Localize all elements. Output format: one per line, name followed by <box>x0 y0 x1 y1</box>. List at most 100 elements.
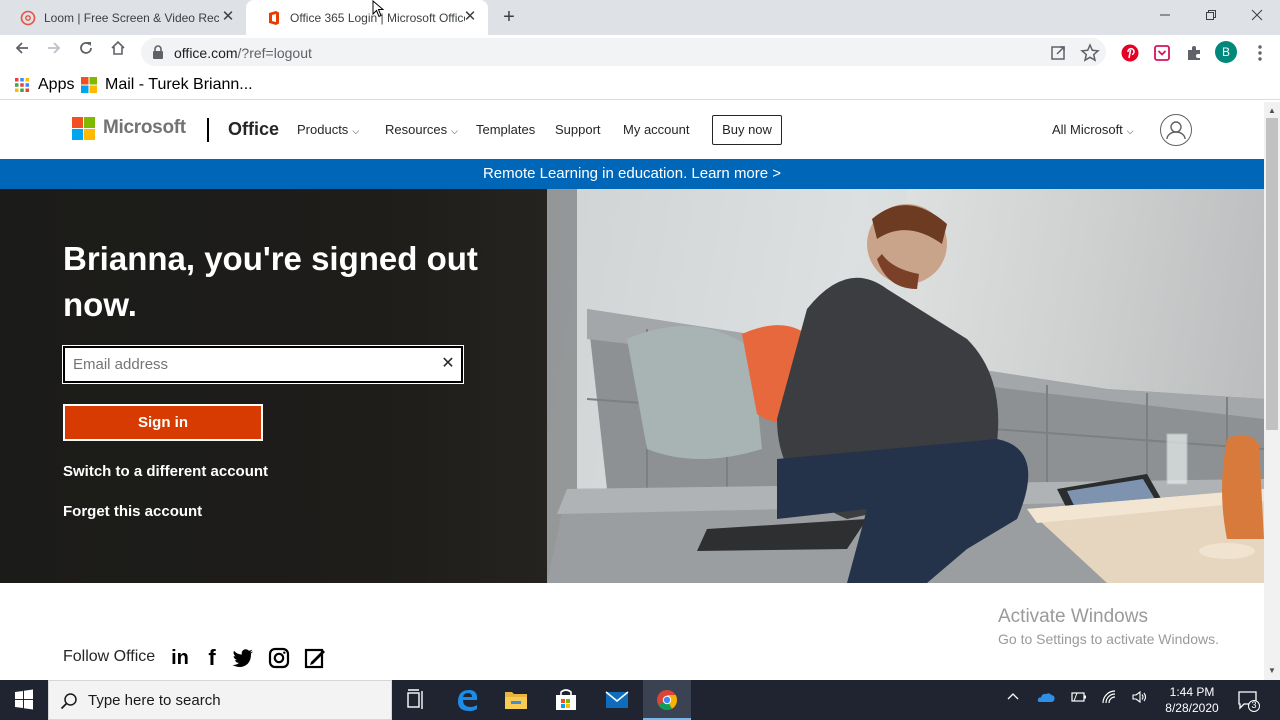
hero-illustration <box>547 189 1264 583</box>
forward-button[interactable] <box>42 40 66 64</box>
notification-count: 3 <box>1251 700 1257 710</box>
linkedin-icon[interactable]: in <box>168 646 192 670</box>
store-icon <box>556 689 576 710</box>
all-microsoft-menu[interactable]: All Microsoft ⌵ <box>1052 122 1134 137</box>
nav-resources[interactable]: Resources ⌵ <box>385 122 458 137</box>
reload-button[interactable] <box>74 40 98 64</box>
nav-templates[interactable]: Templates <box>476 122 535 137</box>
bookmark-star-icon[interactable] <box>1079 42 1101 64</box>
tab-office-login[interactable]: Office 365 Login | Microsoft Office ✕ <box>246 0 488 35</box>
tab-loom[interactable]: Loom | Free Screen & Video Recording ✕ <box>0 0 246 35</box>
activate-windows-subtitle: Go to Settings to activate Windows. <box>998 631 1219 647</box>
task-view-icon <box>407 689 423 709</box>
nav-support[interactable]: Support <box>555 122 601 137</box>
chevron-down-icon: ⌵ <box>352 126 360 136</box>
nav-label: All Microsoft <box>1052 122 1123 137</box>
taskbar-clock[interactable]: 1:44 PM 8/28/2020 <box>1160 684 1224 716</box>
taskbar-store[interactable] <box>542 680 590 720</box>
taskbar-chrome[interactable] <box>643 680 691 720</box>
task-view-button[interactable] <box>392 680 440 720</box>
forget-account-link[interactable]: Forget this account <box>63 503 202 520</box>
url-host: office.com <box>174 45 238 61</box>
switch-account-link[interactable]: Switch to a different account <box>63 463 268 480</box>
email-input[interactable] <box>62 345 464 384</box>
action-center-button[interactable]: 3 <box>1236 688 1260 712</box>
scroll-down-icon[interactable]: ▼ <box>1264 664 1280 678</box>
signed-out-headline: Brianna, you're signed out now. <box>63 240 478 323</box>
wifi-tray[interactable] <box>1100 690 1120 707</box>
minimize-icon <box>1160 14 1170 16</box>
minimize-button[interactable] <box>1142 4 1188 28</box>
restore-button[interactable] <box>1188 4 1234 28</box>
tab-title: Loom | Free Screen & Video Recording <box>44 10 219 25</box>
scrollbar-thumb[interactable] <box>1266 118 1278 430</box>
search-icon <box>60 693 77 710</box>
close-icon <box>1251 9 1263 21</box>
profile-avatar[interactable]: B <box>1215 41 1237 63</box>
instagram-glyph <box>268 647 290 669</box>
onedrive-tray[interactable] <box>1036 690 1056 707</box>
office-product-link[interactable]: Office <box>228 119 279 140</box>
wifi-icon <box>1102 690 1116 704</box>
follow-office-label: Follow Office <box>63 648 156 665</box>
twitter-icon[interactable] <box>231 646 255 670</box>
clear-input-icon[interactable]: ✕ <box>440 355 456 373</box>
reload-icon <box>80 42 92 54</box>
arrow-right-icon <box>48 42 61 54</box>
menu-kebab-icon[interactable] <box>1249 42 1271 64</box>
volume-tray[interactable] <box>1130 690 1150 707</box>
scroll-up-icon[interactable]: ▲ <box>1264 104 1280 118</box>
folder-icon <box>505 692 527 709</box>
pinterest-icon[interactable] <box>1119 42 1141 64</box>
close-window-button[interactable] <box>1234 4 1280 28</box>
taskbar-file-explorer[interactable] <box>492 680 540 720</box>
battery-icon <box>1071 692 1086 702</box>
chrome-icon <box>657 690 678 711</box>
blog-icon[interactable] <box>303 646 327 670</box>
clock-date: 8/28/2020 <box>1165 701 1219 715</box>
sign-in-button[interactable]: Sign in <box>63 404 263 441</box>
speaker-icon <box>1132 690 1147 704</box>
url-text[interactable]: office.com/?ref=logout <box>174 45 312 61</box>
nav-products[interactable]: Products ⌵ <box>297 122 359 137</box>
extensions-puzzle-icon[interactable] <box>1183 42 1205 64</box>
home-button[interactable] <box>106 40 130 64</box>
back-button[interactable] <box>10 40 34 64</box>
pocket-extension-icon[interactable] <box>1151 42 1173 64</box>
bookmark-label: Mail - Turek Briann... <box>105 76 253 93</box>
facebook-icon[interactable]: f <box>200 646 224 670</box>
person-icon <box>1166 121 1186 140</box>
nav-label: Resources <box>385 122 448 137</box>
account-avatar-button[interactable] <box>1160 114 1192 146</box>
bookmark-label: Apps <box>38 76 75 93</box>
bookmark-mail[interactable]: Mail - Turek Briann... <box>81 76 253 94</box>
close-tab-icon[interactable]: ✕ <box>220 9 236 25</box>
microsoft-logo-icon[interactable] <box>72 117 97 142</box>
onedrive-cloud-icon <box>1037 693 1055 702</box>
office-icon <box>269 10 279 25</box>
taskbar-edge[interactable] <box>443 680 491 720</box>
remote-learning-banner[interactable]: Remote Learning in education. Learn more… <box>0 159 1264 189</box>
show-hidden-icons-button[interactable] <box>1004 690 1022 707</box>
chevron-down-icon: ⌵ <box>451 126 458 136</box>
battery-tray[interactable] <box>1068 690 1088 707</box>
home-icon <box>111 40 125 55</box>
nav-my-account[interactable]: My account <box>623 122 689 137</box>
close-tab-icon[interactable]: ✕ <box>462 9 478 25</box>
twitter-glyph <box>232 649 253 668</box>
lock-icon[interactable] <box>152 45 164 59</box>
microsoft-brand[interactable]: Microsoft <box>103 117 186 139</box>
start-button[interactable] <box>0 680 48 720</box>
url-path: /?ref=logout <box>237 45 312 61</box>
new-tab-button[interactable]: + <box>498 6 520 29</box>
chevron-up-icon <box>1007 693 1019 700</box>
instagram-icon[interactable] <box>267 646 291 670</box>
bookmark-apps[interactable]: Apps <box>14 76 74 94</box>
apps-grid-icon <box>15 78 29 92</box>
blog-glyph <box>304 648 325 669</box>
taskbar-mail[interactable] <box>593 680 641 720</box>
mouse-cursor-icon <box>372 0 384 18</box>
buy-now-button[interactable]: Buy now <box>712 115 782 145</box>
open-in-new-icon[interactable] <box>1047 42 1069 64</box>
clock-time: 1:44 PM <box>1169 685 1215 699</box>
